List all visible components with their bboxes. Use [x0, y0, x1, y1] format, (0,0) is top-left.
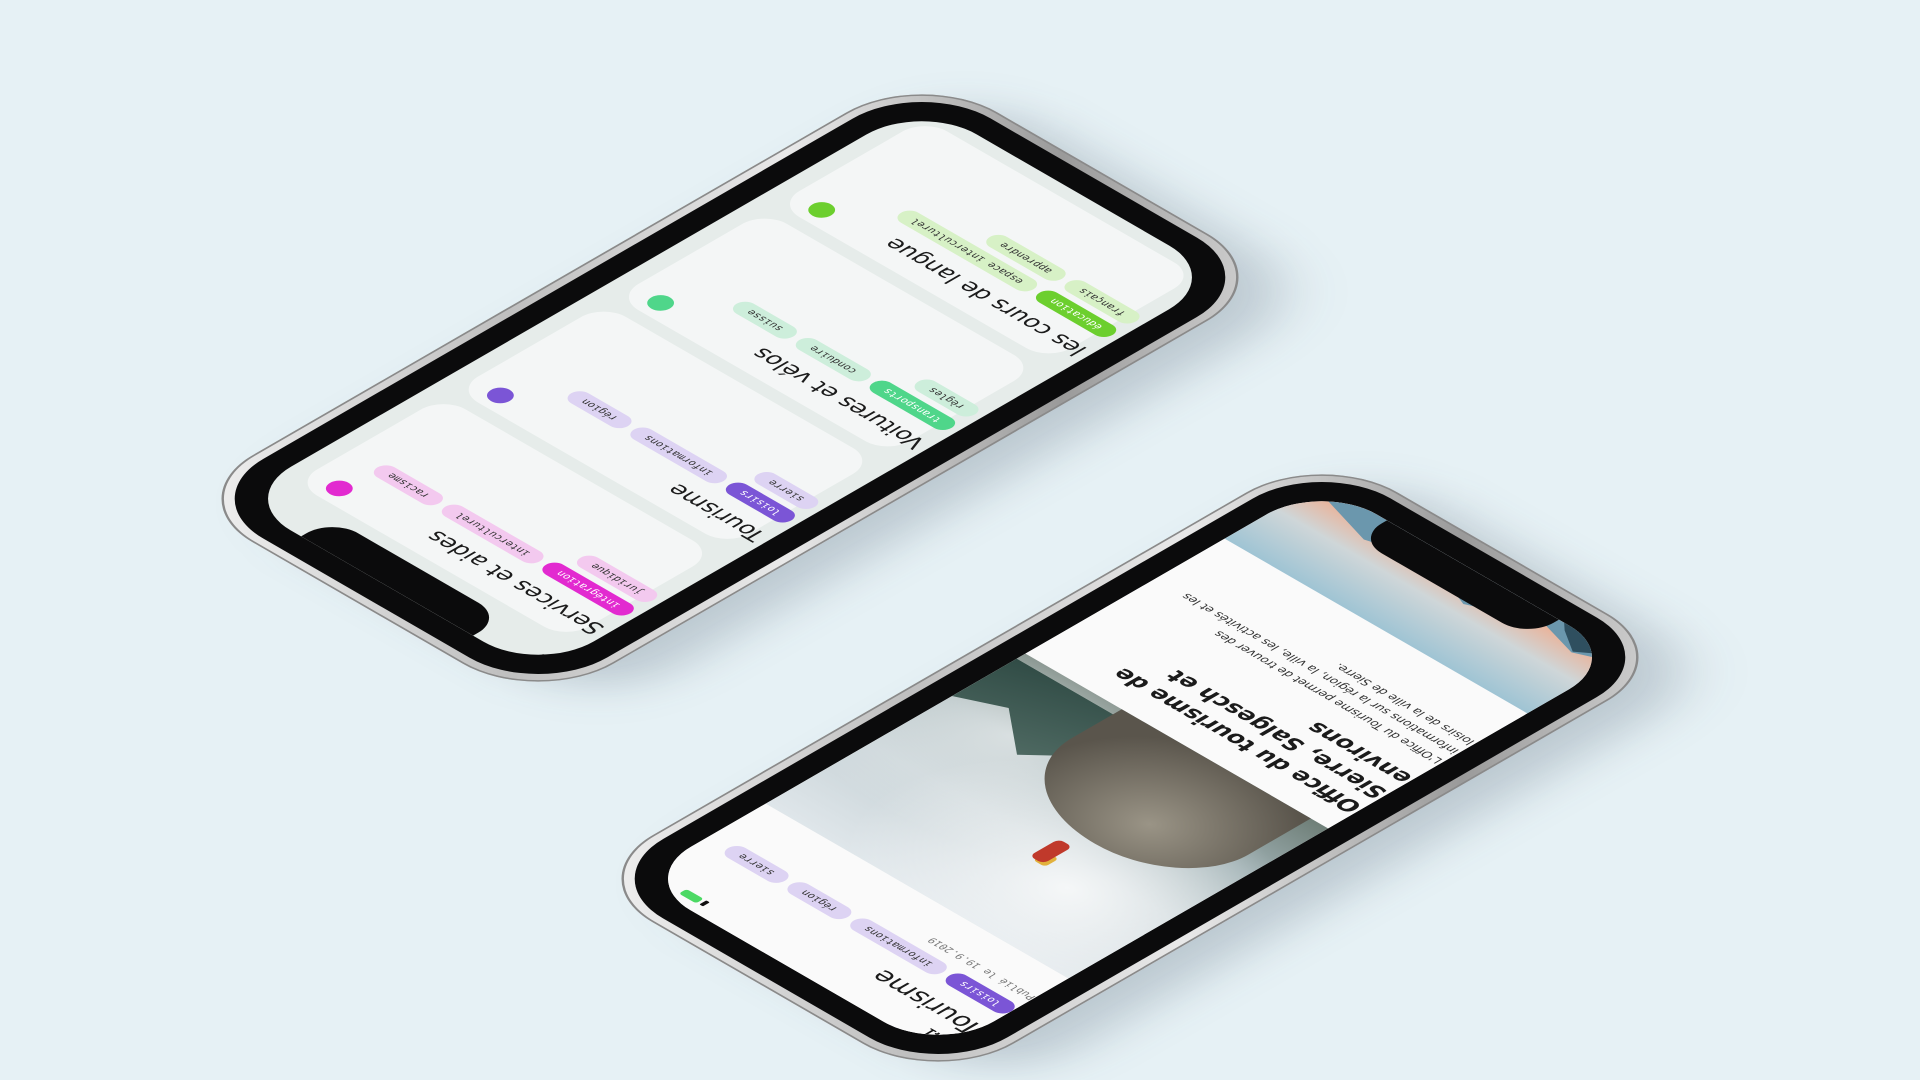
- battery-icon: [678, 888, 704, 904]
- status-icons: [678, 888, 710, 907]
- status-time: 9:41: [531, 651, 570, 674]
- mockup-stage: 9:41 Services et aides intégration inter…: [0, 0, 1920, 1080]
- signal-icon: [698, 900, 710, 907]
